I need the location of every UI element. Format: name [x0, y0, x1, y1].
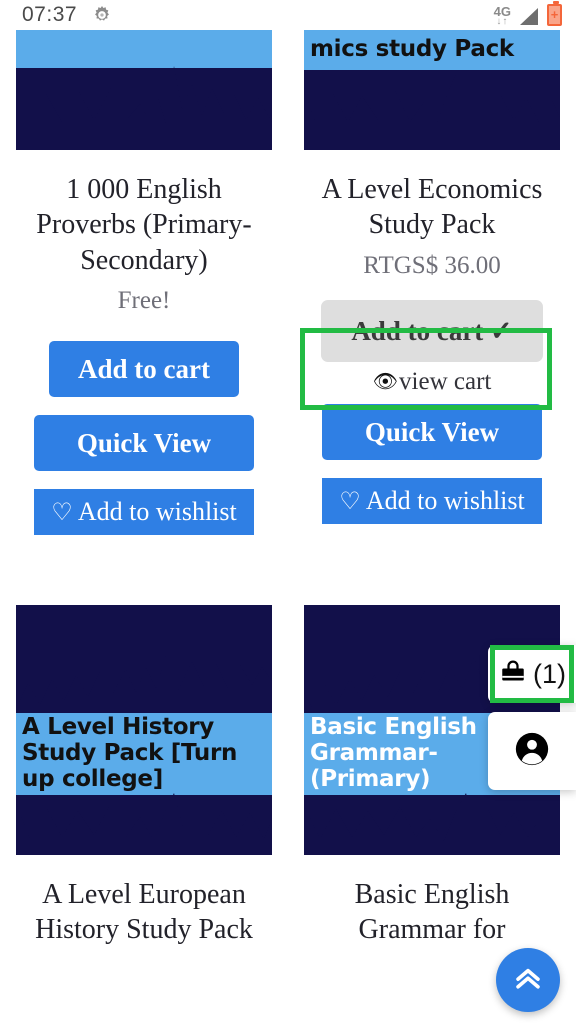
- view-cart-label: view cart: [399, 367, 492, 395]
- product-price: RTGS$ 36.00: [363, 251, 501, 279]
- heart-icon: ♡: [339, 488, 361, 515]
- product-image-caption: A Level History Study Pack [Turn up coll…: [16, 712, 272, 795]
- product-image-caption: [16, 30, 272, 68]
- product-price: Free!: [117, 286, 171, 314]
- add-to-cart-button[interactable]: Add to cart: [49, 340, 239, 397]
- product-image[interactable]: [16, 30, 272, 150]
- peaks-graphic: [304, 74, 560, 150]
- product-card: 1 000 English Proverbs (Primary-Secondar…: [0, 30, 288, 535]
- gear-icon: [91, 4, 113, 26]
- account-widget-button[interactable]: [488, 712, 576, 790]
- quick-view-button[interactable]: Quick View: [34, 414, 254, 471]
- add-to-wishlist-label: Add to wishlist: [77, 496, 237, 526]
- add-to-cart-label: Add to cart: [351, 315, 484, 346]
- product-row: 1 000 English Proverbs (Primary-Secondar…: [0, 30, 576, 535]
- status-bar-clock: 07:37: [22, 3, 78, 26]
- scroll-to-top-button[interactable]: [496, 948, 560, 1012]
- add-to-cart-button[interactable]: Add to cart ✓: [321, 299, 543, 362]
- double-chevron-up-icon: [511, 961, 545, 1000]
- heart-icon: ♡: [51, 499, 73, 526]
- product-image[interactable]: mics study Pack: [304, 30, 560, 150]
- peaks-graphic-lower: [16, 792, 272, 855]
- product-title[interactable]: Basic English Grammar for: [310, 877, 554, 948]
- peaks-graphic: [16, 66, 272, 150]
- status-bar-indicators: 4G ↓↑ +: [493, 0, 566, 27]
- add-to-wishlist-label: Add to wishlist: [365, 485, 525, 515]
- status-bar: 07:37 4G ↓↑ +: [0, 0, 576, 30]
- product-title[interactable]: 1 000 English Proverbs (Primary-Secondar…: [22, 172, 266, 278]
- product-image[interactable]: A Level History Study Pack [Turn up coll…: [16, 604, 272, 855]
- cart-widget-button[interactable]: (1): [488, 645, 576, 703]
- add-to-wishlist-button[interactable]: ♡ Add to wishlist: [34, 488, 254, 535]
- check-icon: ✓: [490, 315, 513, 346]
- product-title[interactable]: A Level Economics Study Pack: [310, 172, 554, 243]
- eye-icon: 👁: [372, 371, 399, 394]
- product-title[interactable]: A Level European History Study Pack: [22, 877, 266, 948]
- product-card: mics study Pack A Level Economics Study …: [288, 30, 576, 535]
- product-grid: 1 000 English Proverbs (Primary-Secondar…: [0, 30, 576, 947]
- shopping-bag-icon: [498, 657, 528, 692]
- battery-charging-icon: +: [547, 0, 562, 26]
- account-circle-icon: [513, 730, 551, 773]
- product-image-caption: mics study Pack: [304, 30, 560, 70]
- signal-triangle-icon: [520, 7, 538, 25]
- network-type-icon: 4G ↓↑: [493, 3, 511, 27]
- quick-view-button[interactable]: Quick View: [322, 403, 542, 460]
- add-to-wishlist-button[interactable]: ♡ Add to wishlist: [322, 477, 542, 524]
- view-cart-link[interactable]: 👁 view cart: [373, 368, 492, 396]
- product-card: A Level History Study Pack [Turn up coll…: [0, 604, 288, 948]
- cart-count-label: (1): [533, 658, 566, 689]
- peaks-graphic-lower: [304, 792, 560, 855]
